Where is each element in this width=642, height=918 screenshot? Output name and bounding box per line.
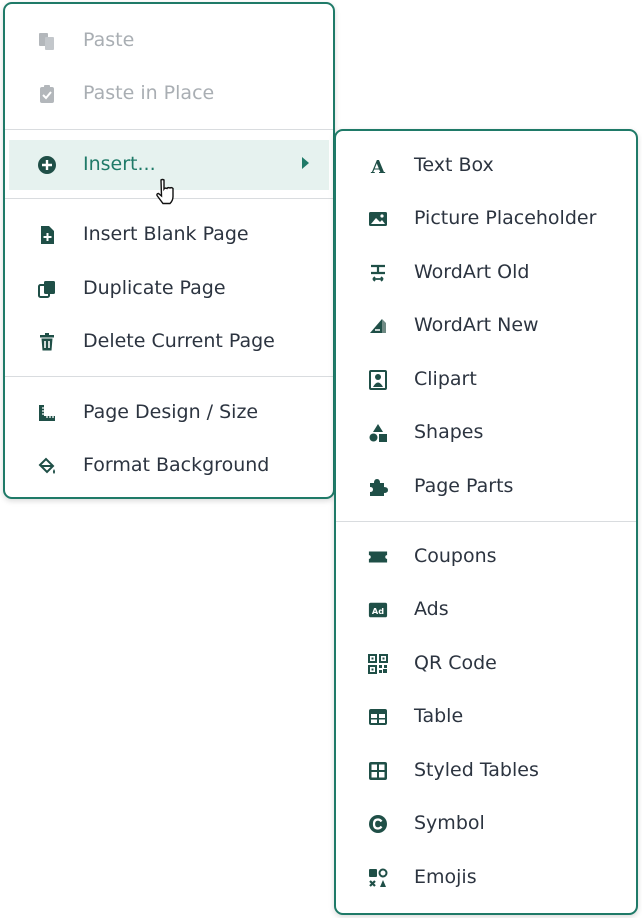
wordart-new-icon bbox=[368, 316, 388, 336]
submenu-item-label: Clipart bbox=[414, 368, 477, 390]
plus-circle-icon bbox=[37, 155, 57, 175]
submenu-item-wordart-old[interactable]: WordArt Old bbox=[336, 250, 636, 296]
ad-icon: Ad bbox=[368, 600, 388, 620]
submenu-item-label: WordArt New bbox=[414, 314, 539, 336]
insert-submenu: A Text Box Picture Placeholder WordArt O… bbox=[334, 129, 638, 915]
menu-item-paste[interactable]: Paste bbox=[5, 18, 333, 64]
submenu-item-label: Shapes bbox=[414, 421, 484, 443]
submenu-item-symbol[interactable]: Symbol bbox=[336, 801, 636, 847]
submenu-item-qr-code[interactable]: QR Code bbox=[336, 641, 636, 687]
image-icon bbox=[368, 209, 388, 229]
menu-item-format-background[interactable]: Format Background bbox=[5, 443, 333, 489]
menu-divider bbox=[5, 376, 333, 377]
wordart-old-icon bbox=[368, 263, 388, 283]
page-add-icon bbox=[37, 225, 57, 245]
clipart-icon bbox=[368, 370, 388, 390]
submenu-item-ads[interactable]: Ad Ads bbox=[336, 587, 636, 633]
menu-item-delete-current-page[interactable]: Delete Current Page bbox=[5, 319, 333, 365]
menu-item-label: Page Design / Size bbox=[83, 401, 259, 423]
submenu-item-label: Coupons bbox=[414, 545, 497, 567]
menu-item-duplicate-page[interactable]: Duplicate Page bbox=[5, 266, 333, 312]
duplicate-icon bbox=[37, 279, 57, 299]
menu-item-label: Insert Blank Page bbox=[83, 223, 249, 245]
submenu-item-label: Ads bbox=[414, 598, 449, 620]
submenu-item-label: QR Code bbox=[414, 652, 497, 674]
menu-item-label: Paste in Place bbox=[83, 82, 215, 104]
submenu-item-text-box[interactable]: A Text Box bbox=[336, 143, 636, 189]
submenu-divider bbox=[336, 521, 636, 522]
submenu-item-page-parts[interactable]: Page Parts bbox=[336, 464, 636, 510]
submenu-item-styled-tables[interactable]: Styled Tables bbox=[336, 748, 636, 794]
menu-item-insert-blank-page[interactable]: Insert Blank Page bbox=[5, 212, 333, 258]
menu-item-label: Insert... bbox=[83, 153, 156, 175]
submenu-item-label: Page Parts bbox=[414, 475, 514, 497]
submenu-item-label: WordArt Old bbox=[414, 261, 530, 283]
text-a-icon: A bbox=[368, 156, 388, 176]
trash-icon bbox=[37, 332, 57, 352]
submenu-item-label: Text Box bbox=[414, 154, 494, 176]
submenu-item-label: Emojis bbox=[414, 866, 477, 888]
menu-item-page-design-size[interactable]: Page Design / Size bbox=[5, 390, 333, 436]
submenu-item-picture-placeholder[interactable]: Picture Placeholder bbox=[336, 196, 636, 242]
submenu-item-label: Styled Tables bbox=[414, 759, 539, 781]
menu-item-label: Paste bbox=[83, 29, 135, 51]
svg-text:Ad: Ad bbox=[372, 606, 384, 616]
menu-divider bbox=[5, 129, 333, 130]
emoji-icon bbox=[368, 868, 388, 888]
copyright-symbol-icon bbox=[368, 814, 388, 834]
menu-item-paste-in-place[interactable]: Paste in Place bbox=[5, 71, 333, 117]
clipboard-check-icon bbox=[37, 84, 57, 104]
shapes-icon bbox=[368, 423, 388, 443]
submenu-item-emojis[interactable]: Emojis bbox=[336, 855, 636, 901]
submenu-item-label: Picture Placeholder bbox=[414, 207, 597, 229]
ruler-icon bbox=[37, 403, 57, 423]
submenu-item-label: Symbol bbox=[414, 812, 485, 834]
puzzle-icon bbox=[368, 477, 388, 497]
paste-icon bbox=[37, 31, 57, 51]
hand-cursor-icon bbox=[155, 178, 177, 206]
ticket-icon bbox=[368, 547, 388, 567]
styled-table-icon bbox=[368, 761, 388, 781]
table-icon bbox=[368, 707, 388, 727]
submenu-item-label: Table bbox=[414, 705, 464, 727]
submenu-item-clipart[interactable]: Clipart bbox=[336, 357, 636, 403]
submenu-item-shapes[interactable]: Shapes bbox=[336, 410, 636, 456]
context-menu: Paste Paste in Place Insert... Insert Bl… bbox=[3, 2, 335, 499]
submenu-arrow-icon bbox=[302, 157, 309, 169]
submenu-item-coupons[interactable]: Coupons bbox=[336, 534, 636, 580]
svg-text:A: A bbox=[370, 157, 386, 176]
paint-bucket-icon bbox=[37, 456, 57, 476]
submenu-item-wordart-new[interactable]: WordArt New bbox=[336, 303, 636, 349]
menu-item-label: Duplicate Page bbox=[83, 277, 226, 299]
submenu-item-table[interactable]: Table bbox=[336, 694, 636, 740]
qr-code-icon bbox=[368, 654, 388, 674]
menu-item-label: Delete Current Page bbox=[83, 330, 275, 352]
menu-item-label: Format Background bbox=[83, 454, 270, 476]
